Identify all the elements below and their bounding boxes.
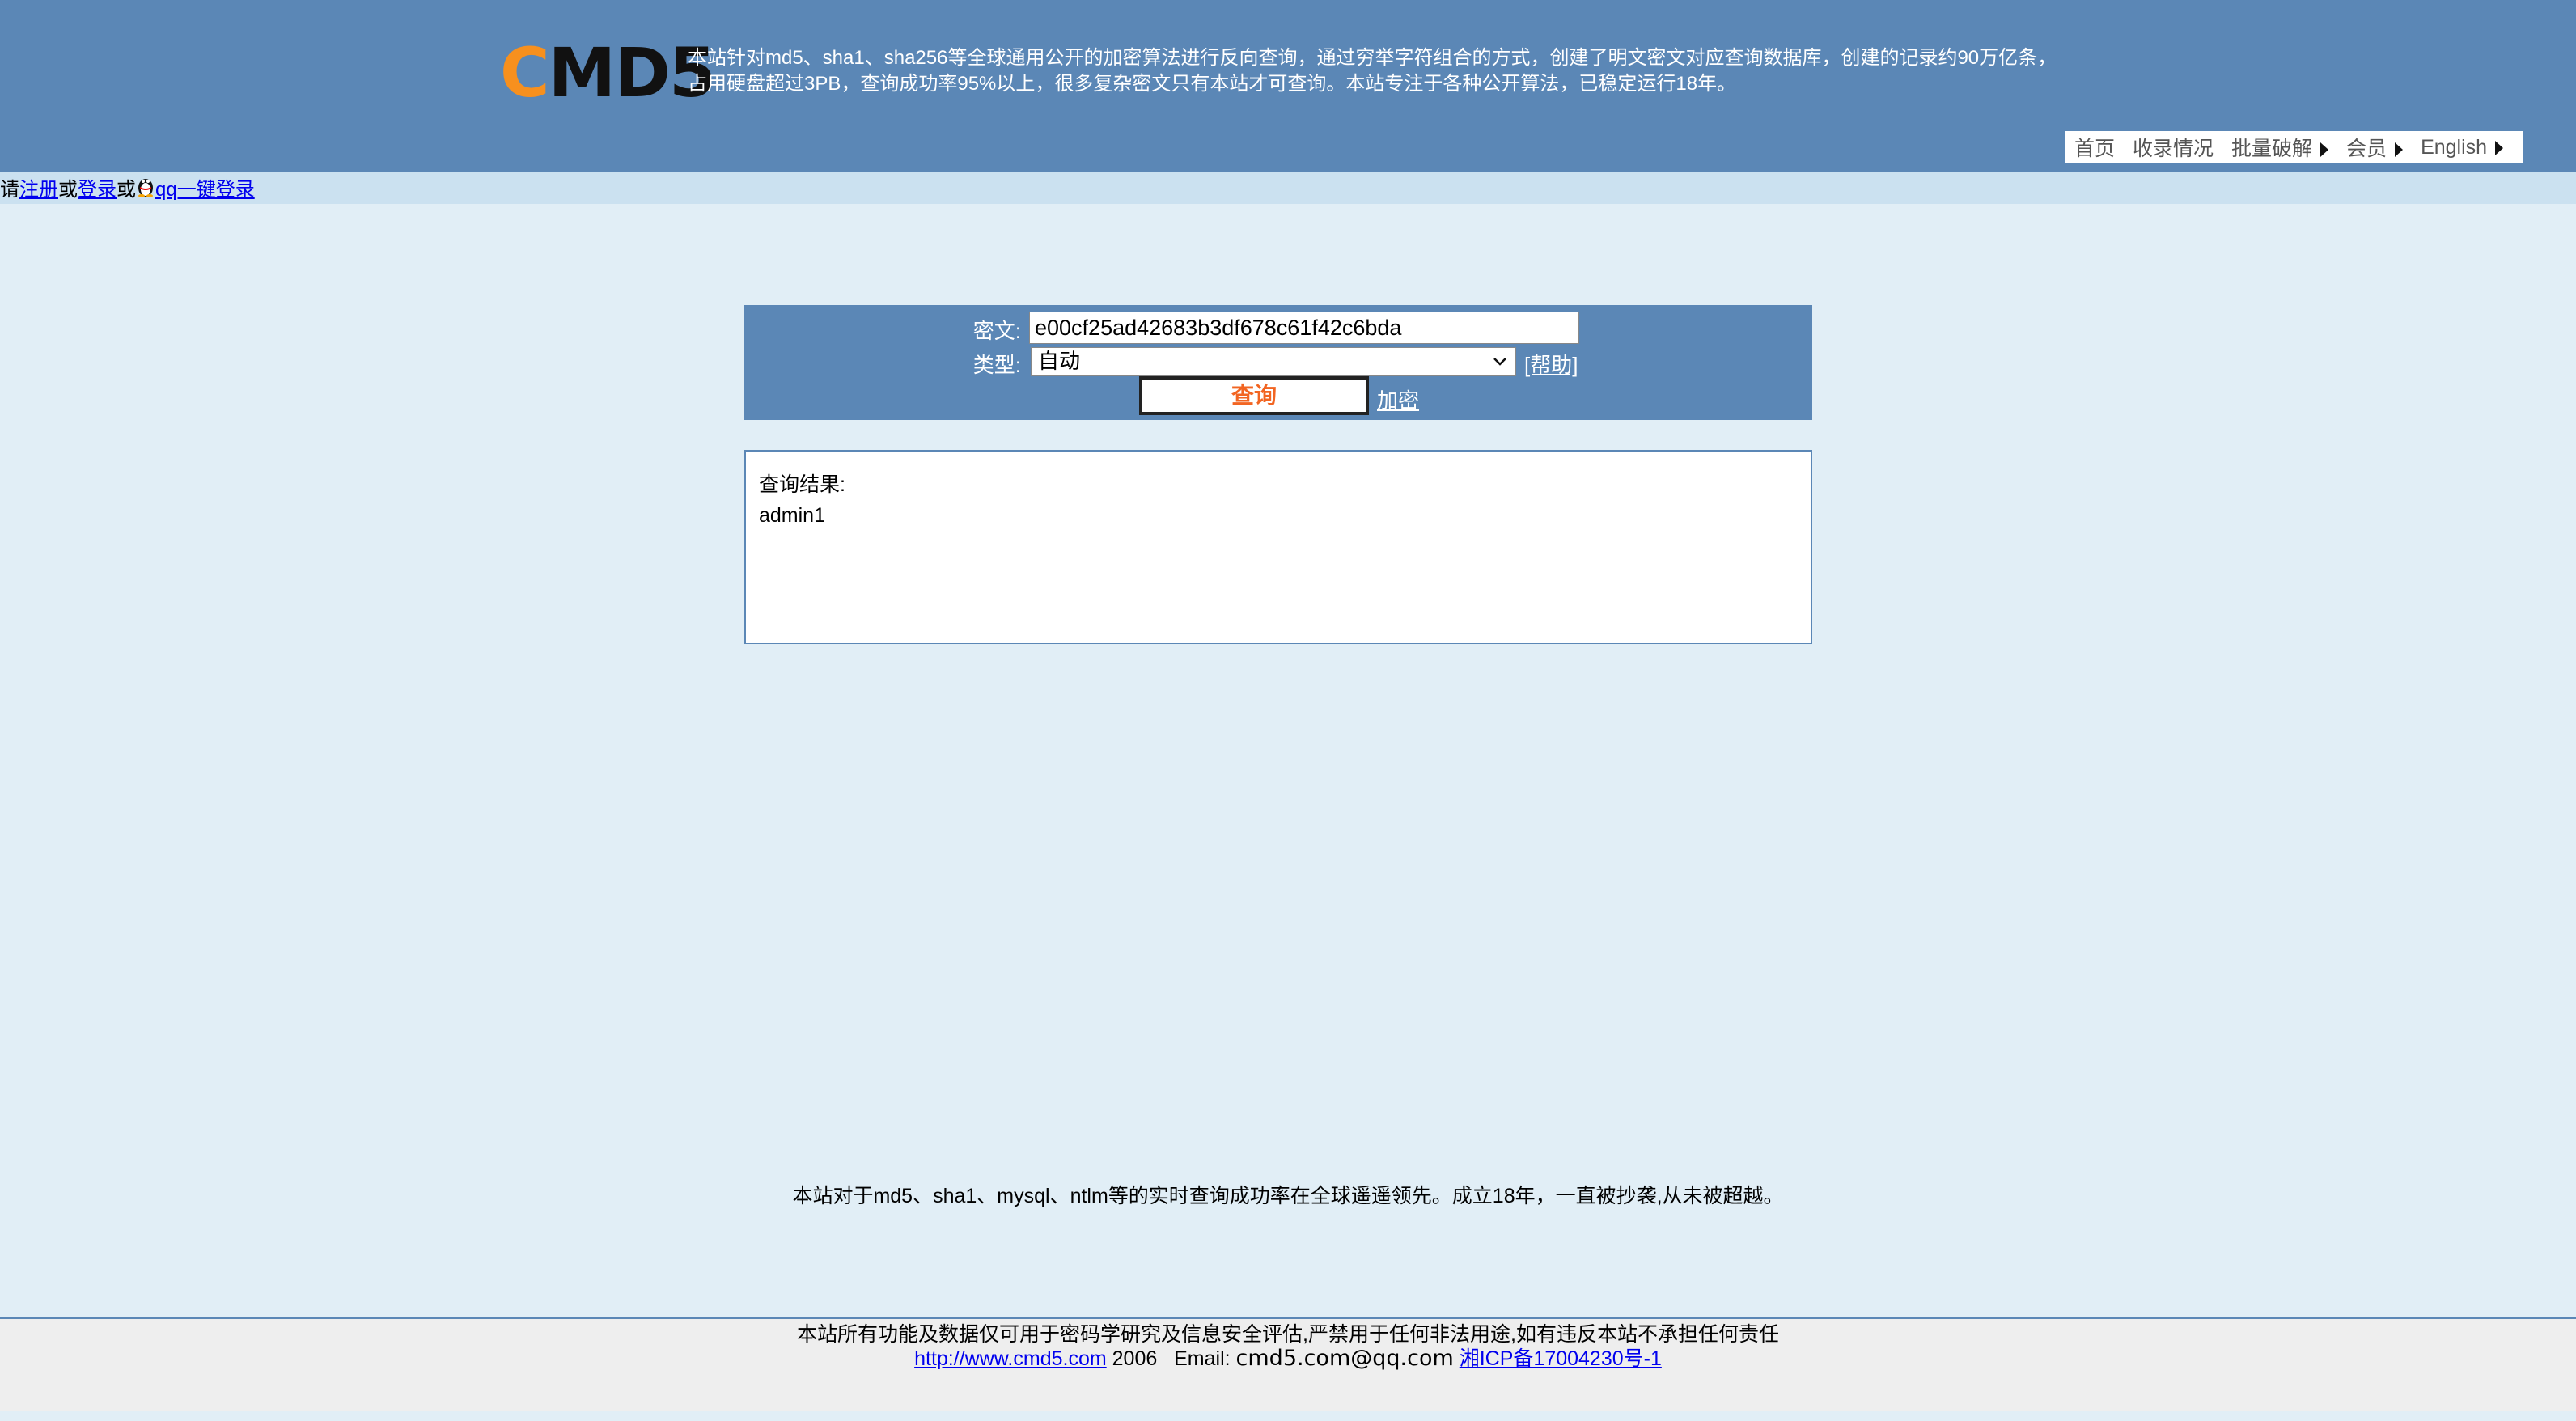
footer-year: 2006 [1112,1347,1158,1370]
result-box: 查询结果: admin1 [744,450,1812,644]
site-intro: 本站针对md5、sha1、sha256等全球通用公开的加密算法进行反向查询，通过… [688,45,2095,97]
nav-stats[interactable]: 收录情况 [2133,133,2214,162]
type-label: 类型: [972,353,1021,377]
email-label: Email: [1174,1347,1231,1370]
footer-disclaimer: 本站所有功能及数据仅可用于密码学研究及信息安全评估,严禁用于任何非法用途,如有违… [797,1323,1779,1346]
help-link[interactable]: [帮助] [1524,349,1578,379]
encrypt-link[interactable]: 加密 [1377,384,1419,414]
logo-c: C [500,33,550,112]
login-link[interactable]: 登录 [78,179,117,201]
login-bar: 请注册或登录或 qq一键登录 [0,172,2576,204]
login-prefix: 请 [0,179,19,201]
top-nav: 首页 收录情况 批量破解 会员 English [2065,131,2523,163]
register-link[interactable]: 注册 [19,179,58,201]
login-or-1: 或 [58,179,78,201]
login-or-2: 或 [117,179,136,201]
intro-line-1: 本站针对md5、sha1、sha256等全球通用公开的加密算法进行反向查询，通过… [688,47,2057,69]
site-url-link[interactable]: http://www.cmd5.com [914,1347,1107,1370]
cipher-label: 密文: [972,319,1021,343]
caret-right-icon [2320,142,2329,157]
type-select[interactable]: 自动 [1031,347,1516,376]
cipher-input[interactable] [1029,312,1579,344]
query-panel: 密文: 类型: 自动 [帮助] 查询 加密 [744,305,1812,420]
success-rate-notice: 本站对于md5、sha1、mysql、ntlm等的实时查询成功率在全球遥遥领先。… [792,1185,1784,1207]
qq-login-link[interactable]: qq一键登录 [155,179,255,201]
caret-right-icon [2395,142,2404,157]
nav-english-label: English [2421,135,2488,159]
footer: 本站所有功能及数据仅可用于密码学研究及信息安全评估,严禁用于任何非法用途,如有违… [0,1317,2576,1411]
result-value: admin1 [759,504,825,527]
chevron-down-icon [1493,358,1506,366]
query-button[interactable]: 查询 [1139,376,1369,415]
intro-line-2: 占用硬盘超过3PB，查询成功率95%以上，很多复杂密文只有本站才可查询。本站专注… [688,73,1737,95]
email-address: cmd5.com@qq.com [1235,1346,1454,1371]
cmd5-logo[interactable]: CMD5 [500,33,716,112]
nav-english[interactable]: English [2421,135,2504,159]
footer-meta: http://www.cmd5.com 2006 Email: cmd5.com… [0,1347,2576,1371]
nav-batch[interactable]: 批量破解 [2231,133,2329,162]
qq-penguin-icon[interactable] [136,173,155,197]
site-header: CMD5 本站针对md5、sha1、sha256等全球通用公开的加密算法进行反向… [0,0,2576,172]
nav-member-label: 会员 [2346,138,2387,160]
type-selected-value: 自动 [1038,349,1081,373]
result-title: 查询结果: [759,473,845,496]
nav-batch-label: 批量破解 [2231,138,2313,160]
nav-home[interactable]: 首页 [2074,133,2115,162]
caret-right-icon [2495,140,2504,155]
nav-member[interactable]: 会员 [2346,133,2404,162]
icp-link[interactable]: 湘ICP备17004230号-1 [1460,1347,1662,1370]
